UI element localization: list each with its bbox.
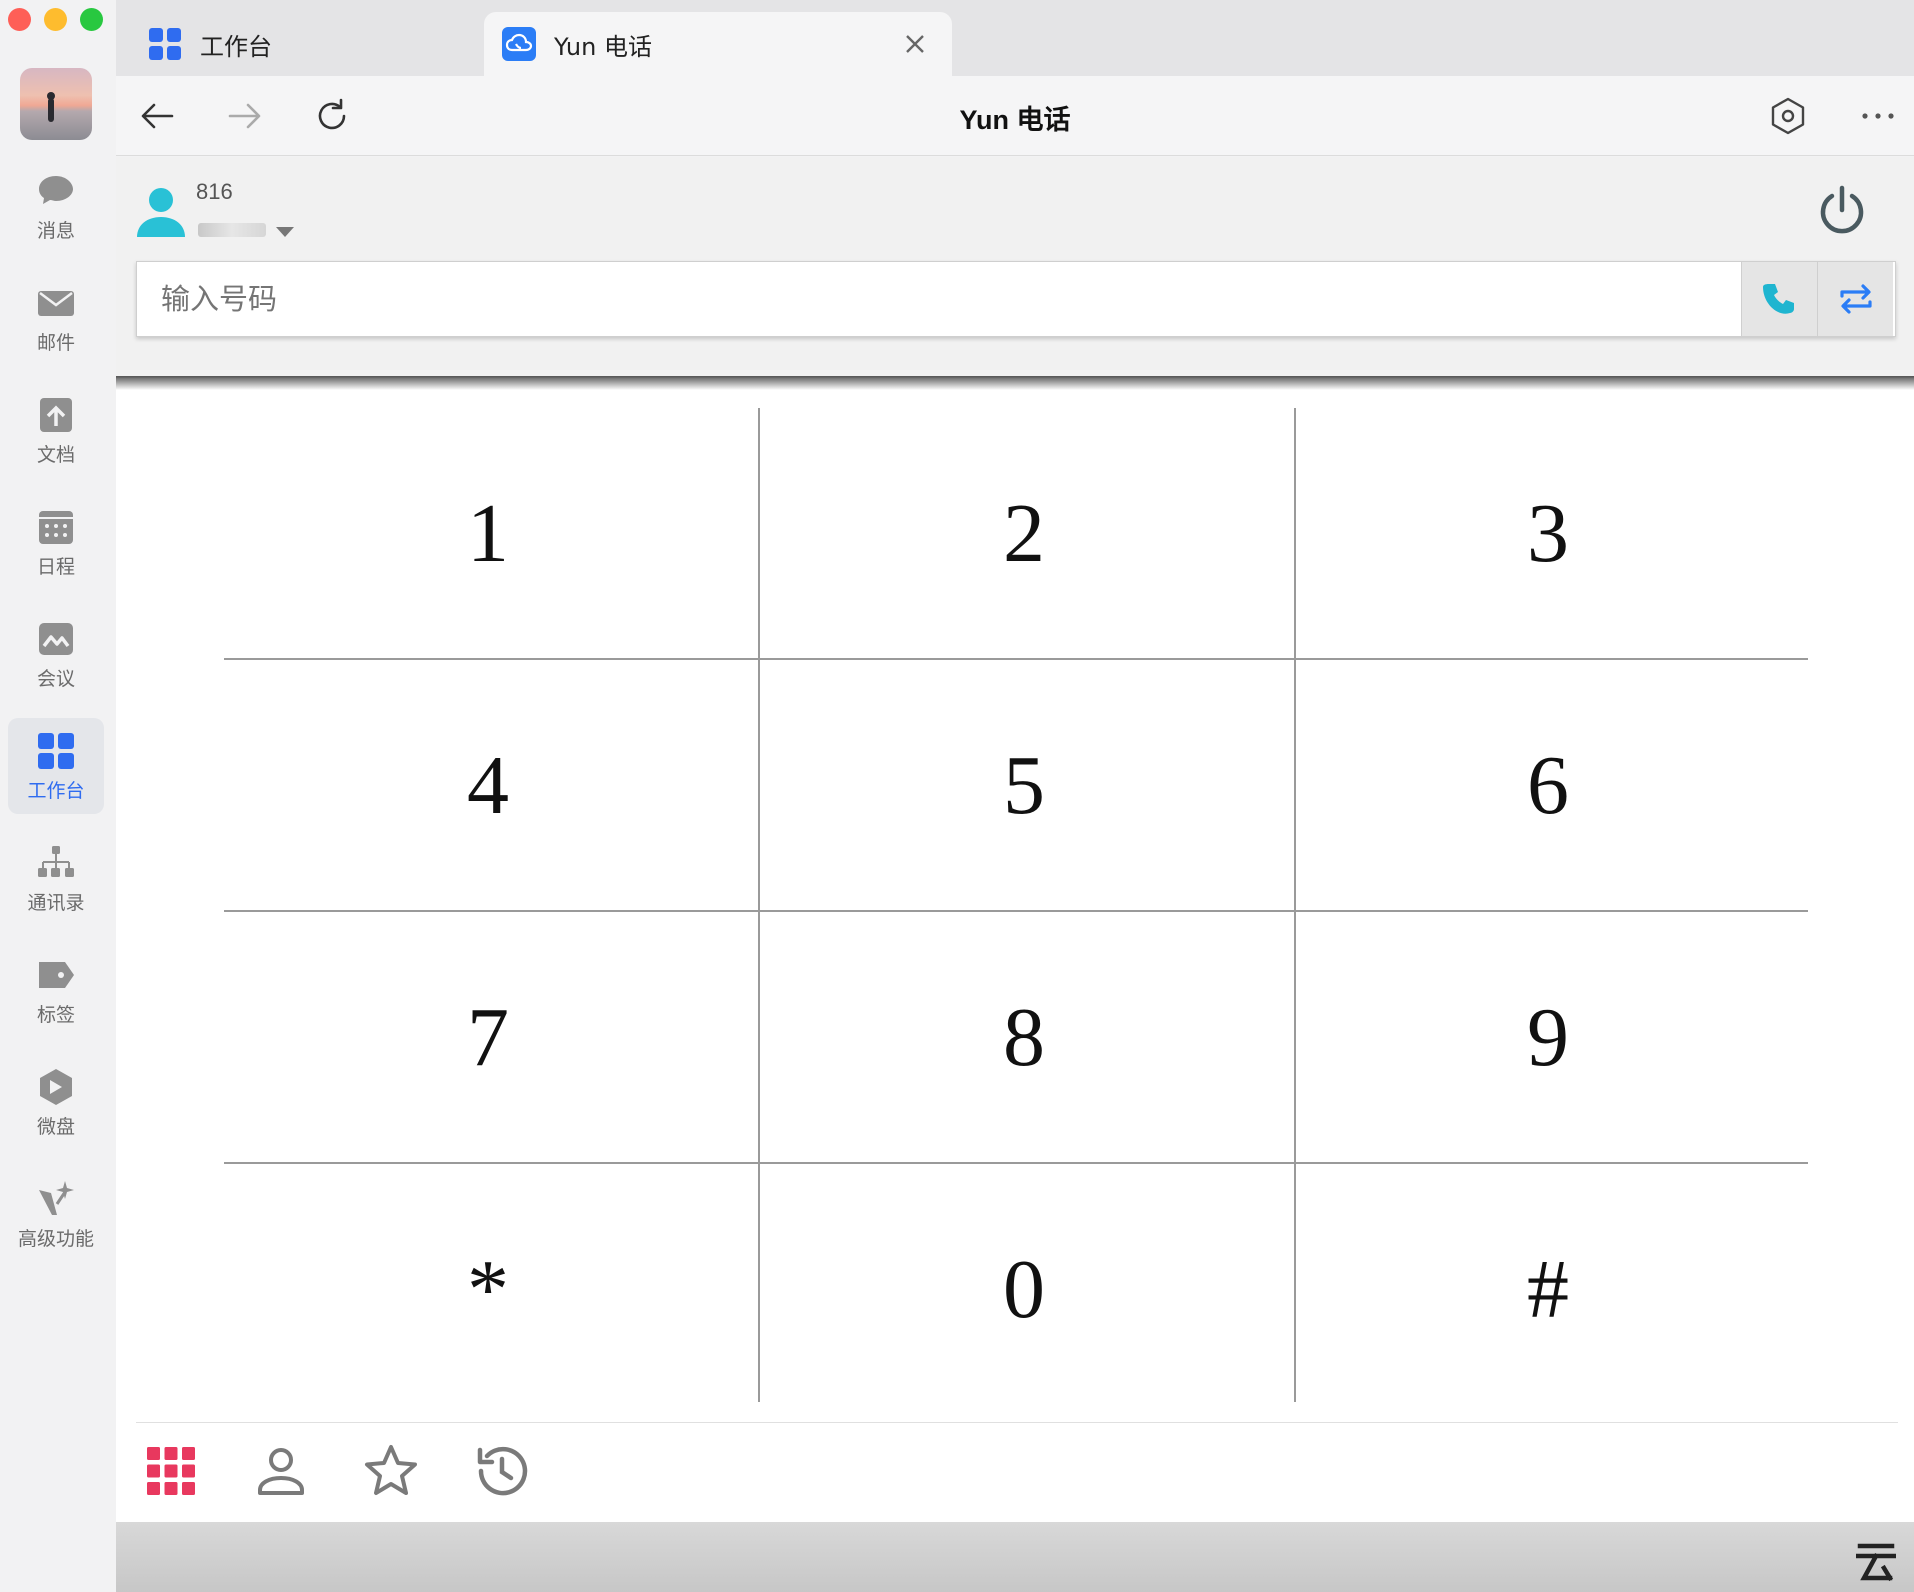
agent-status-redacted[interactable]	[198, 223, 266, 237]
sidebar-item-label: 邮件	[36, 331, 75, 354]
mail-icon	[38, 290, 74, 316]
sidebar-item-label: 高级功能	[17, 1227, 94, 1250]
sidebar-item-label: 日程	[36, 555, 75, 578]
sidebar-item-workspace[interactable]: 工作台	[8, 718, 104, 814]
sidebar-item-label: 通讯录	[27, 891, 85, 914]
chat-bubble-icon	[39, 175, 73, 204]
phone-number-input[interactable]	[137, 262, 1741, 336]
sidebar-item-drive[interactable]: 微盘	[8, 1054, 104, 1150]
transfer-button[interactable]	[1817, 262, 1893, 336]
dial-key-7[interactable]: 7	[224, 912, 752, 1162]
user-icon	[137, 188, 185, 237]
workspace-grid-icon	[38, 732, 74, 769]
tab-workspace[interactable]: 工作台	[130, 12, 480, 76]
sidebar-item-contacts[interactable]: 通讯录	[8, 830, 104, 926]
workspace-grid-icon	[148, 27, 182, 61]
number-input-group	[136, 261, 1896, 337]
dial-key-9[interactable]: 9	[1284, 912, 1812, 1162]
sidebar-item-label: 会议	[36, 667, 75, 690]
phone-header: 816	[116, 157, 1914, 378]
sidebar-item-calendar[interactable]: 日程	[8, 494, 104, 590]
dial-key-3[interactable]: 3	[1284, 408, 1812, 658]
dialpad-divider	[224, 1162, 1808, 1164]
tab-strip: 工作台 Yun 电话	[116, 0, 1914, 76]
calendar-icon	[39, 510, 73, 544]
header-shadow	[116, 376, 1914, 390]
app-sidebar: 消息 邮件 文档 日程 会议 工作台 通讯录 标签 微盘 高级功能	[0, 0, 116, 1592]
dial-key-star[interactable]: *	[224, 1164, 752, 1414]
window-minimize-button[interactable]	[44, 8, 67, 31]
tab-label: Yun 电话	[554, 32, 652, 61]
dial-key-8[interactable]: 8	[760, 912, 1288, 1162]
contacts-icon	[258, 1448, 304, 1495]
page-title: Yun 电话	[959, 105, 1071, 135]
tab-label: 工作台	[200, 32, 272, 61]
bottom-nav-favorites[interactable]	[362, 1442, 420, 1500]
tag-icon	[39, 961, 74, 988]
drive-icon	[40, 1068, 72, 1105]
sidebar-item-advanced[interactable]: 高级功能	[8, 1166, 104, 1262]
bottom-nav-dialpad[interactable]	[142, 1442, 200, 1500]
cloud-phone-icon	[502, 27, 536, 61]
window-controls	[8, 8, 103, 31]
transfer-arrows-icon	[1839, 284, 1872, 314]
sidebar-item-label: 标签	[36, 1003, 75, 1026]
settings-hexagon-icon[interactable]	[1766, 94, 1810, 138]
window-close-button[interactable]	[8, 8, 31, 31]
window-maximize-button[interactable]	[80, 8, 103, 31]
more-options-icon[interactable]	[1856, 94, 1900, 138]
extension-number: 816	[196, 179, 233, 204]
close-icon[interactable]	[900, 29, 930, 59]
dialpad-icon	[147, 1447, 195, 1495]
power-icon[interactable]	[1814, 183, 1870, 239]
avatar[interactable]	[20, 68, 92, 140]
phone-icon	[1762, 284, 1794, 314]
dial-key-0[interactable]: 0	[760, 1164, 1288, 1414]
sparkle-icon	[39, 1180, 74, 1215]
cloud-logo-icon	[1856, 1543, 1896, 1582]
dialpad-divider	[224, 910, 1808, 912]
meeting-icon	[39, 622, 73, 655]
dial-key-4[interactable]: 4	[224, 660, 752, 910]
dialpad-divider	[758, 408, 760, 1402]
footer-bar	[116, 1522, 1914, 1592]
chevron-down-icon[interactable]	[276, 227, 294, 237]
call-button[interactable]	[1741, 262, 1817, 336]
dial-key-5[interactable]: 5	[760, 660, 1288, 910]
dial-key-1[interactable]: 1	[224, 408, 752, 658]
sidebar-item-label: 文档	[36, 443, 75, 466]
bottom-nav-history[interactable]	[472, 1442, 530, 1500]
sidebar-item-messages[interactable]: 消息	[8, 158, 104, 254]
sidebar-item-mail[interactable]: 邮件	[8, 270, 104, 366]
dial-key-6[interactable]: 6	[1284, 660, 1812, 910]
favorites-icon	[365, 1445, 417, 1495]
dial-key-hash[interactable]: #	[1284, 1164, 1812, 1414]
bottom-nav-divider	[136, 1422, 1898, 1423]
dial-key-2[interactable]: 2	[760, 408, 1288, 658]
sidebar-item-meeting[interactable]: 会议	[8, 606, 104, 702]
org-chart-icon	[38, 845, 74, 877]
dialpad-divider	[224, 658, 1808, 660]
sidebar-item-label: 工作台	[27, 779, 85, 802]
sidebar-item-tags[interactable]: 标签	[8, 942, 104, 1038]
dialpad: 1 2 3 4 5 6 7 8 9 * 0 #	[224, 408, 1812, 1414]
sidebar-item-docs[interactable]: 文档	[8, 382, 104, 478]
sidebar-item-label: 消息	[36, 219, 75, 242]
sidebar-item-label: 微盘	[36, 1115, 75, 1138]
dialpad-divider	[1294, 408, 1296, 1402]
tab-yun-phone[interactable]: Yun 电话	[484, 12, 952, 76]
document-icon	[40, 397, 72, 432]
browser-toolbar: Yun 电话	[116, 76, 1914, 156]
bottom-nav-contacts[interactable]	[252, 1442, 310, 1500]
history-icon	[477, 1446, 528, 1496]
